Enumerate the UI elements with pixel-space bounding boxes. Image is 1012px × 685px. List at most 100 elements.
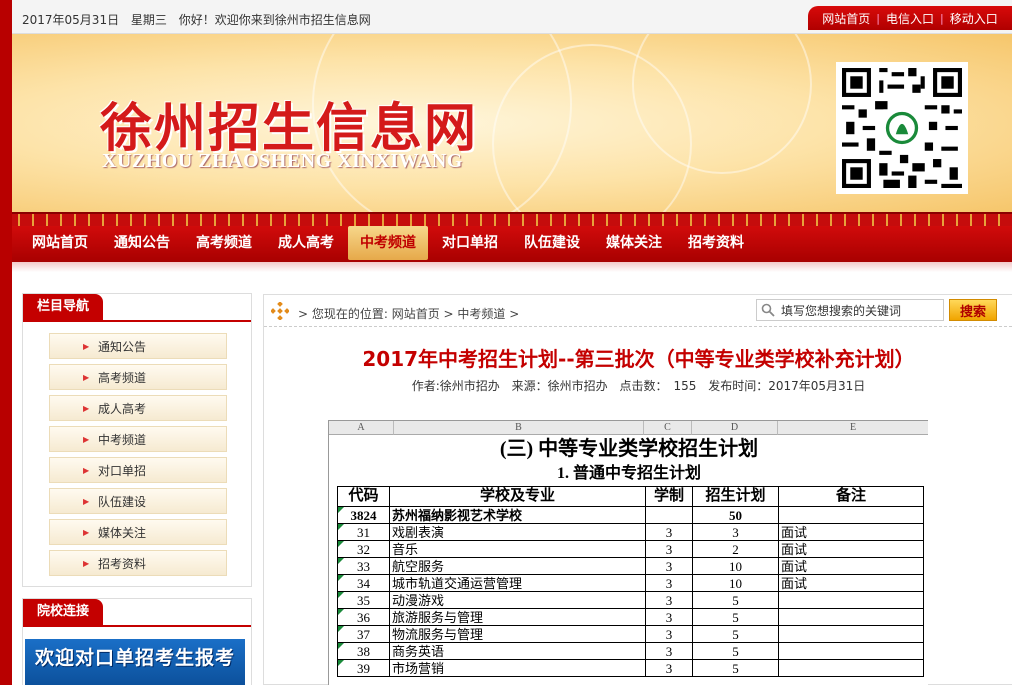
school-banner[interactable]: 欢迎对口单招考生报考	[25, 639, 245, 685]
sidebar-nav-title: 栏目导航	[23, 294, 104, 320]
nav-item-home[interactable]: 网站首页	[20, 226, 100, 260]
bullet-icon: ▶	[83, 527, 90, 537]
sidebar-item-team[interactable]: ▶ 队伍建设	[49, 488, 227, 514]
sidebar-item-zhongkao[interactable]: ▶ 中考频道	[49, 426, 227, 452]
article-author: 作者:徐州市招办	[411, 379, 500, 393]
row-major: 音乐	[389, 540, 646, 558]
nav-item-team[interactable]: 队伍建设	[512, 226, 592, 260]
qr-code-icon	[842, 68, 962, 188]
nav-item-notices[interactable]: 通知公告	[102, 226, 182, 260]
row-note: 面试	[778, 523, 924, 541]
current-date: 2017年05月31日	[22, 13, 120, 27]
sheet-column-letter: A	[329, 421, 394, 435]
nav-item-media[interactable]: 媒体关注	[594, 226, 674, 260]
row-code: 36	[337, 608, 390, 626]
row-years: 3	[645, 540, 693, 558]
nav-shadow	[12, 262, 1012, 272]
row-years: 3	[645, 659, 693, 677]
sidebar-item-label: 媒体关注	[98, 525, 147, 540]
table-row: 35 动漫游戏 3 5	[337, 591, 924, 609]
sidebar-item-label: 成人高考	[98, 401, 147, 416]
sheet-column-letter: B	[394, 421, 644, 435]
row-note	[778, 659, 924, 677]
table-row: 36 旅游服务与管理 3 5	[337, 608, 924, 626]
row-years: 3	[645, 523, 693, 541]
table-row: 33 航空服务 3 10 面试	[337, 557, 924, 575]
top-links: 网站首页 | 电信入口 | 移动入口	[808, 6, 1012, 30]
weekday: 星期三	[130, 13, 167, 27]
row-major: 戏剧表演	[389, 523, 646, 541]
row-code: 38	[337, 642, 390, 660]
table-row: 39 市场营销 3 5	[337, 659, 924, 677]
school-plan: 50	[692, 506, 779, 524]
welcome-text: 你好！欢迎你来到徐州市招生信息网	[178, 13, 371, 27]
article-title: 2017年中考招生计划--第三批次（中等专业类学校补充计划）	[362, 347, 915, 371]
school-row: 3824 苏州福纳影视艺术学校 50	[337, 506, 924, 524]
enrollment-plan-sheet-image: A B C D E (三) 中等专业类学校招生计划 1. 普通中专招生计划 代码…	[328, 420, 928, 685]
sidebar-item-gaokao[interactable]: ▶ 高考频道	[49, 364, 227, 390]
site-header: 徐州招生信息网 XUZHOU ZHAOSHENG XINXIWANG	[12, 34, 1012, 212]
bullet-icon: ▶	[83, 558, 90, 568]
sidebar-item-adult-exam[interactable]: ▶ 成人高考	[49, 395, 227, 421]
sidebar-links-title: 院校连接	[23, 599, 104, 625]
nav-item-zhongkao[interactable]: 中考频道	[348, 226, 428, 260]
enrollment-table: 代码 学校及专业 学制 招生计划 备注 3824 苏州福纳影视艺术学校 50 3…	[337, 486, 924, 677]
table-row: 31 戏剧表演 3 3 面试	[337, 523, 924, 541]
nav-item-adult-exam[interactable]: 成人高考	[266, 226, 346, 260]
search-button[interactable]: 搜索	[949, 299, 997, 321]
table-row: 37 物流服务与管理 3 5	[337, 625, 924, 643]
bullet-icon: ▶	[83, 403, 90, 413]
main-nav: 网站首页 通知公告 高考频道 成人高考 中考频道 对口单招 队伍建设 媒体关注 …	[12, 226, 1012, 262]
row-years: 3	[645, 625, 693, 643]
sidebar-item-notices[interactable]: ▶ 通知公告	[49, 333, 227, 359]
row-years: 3	[645, 557, 693, 575]
row-note: 面试	[778, 557, 924, 575]
sheet-subtitle: 1. 普通中专招生计划	[556, 465, 701, 482]
header-note: 备注	[778, 486, 924, 507]
sidebar-item-label: 对口单招	[98, 463, 147, 478]
table-row: 38 商务英语 3 5	[337, 642, 924, 660]
row-note	[778, 625, 924, 643]
sidebar-item-materials[interactable]: ▶ 招考资料	[49, 550, 227, 576]
left-stripe	[0, 0, 12, 685]
article-source: 来源：徐州市招办	[511, 379, 608, 393]
top-link-telecom[interactable]: 电信入口	[880, 10, 940, 27]
sidebar-item-label: 队伍建设	[98, 494, 147, 509]
sidebar-links-box: 院校连接 欢迎对口单招考生报考	[22, 598, 252, 685]
row-code: 31	[337, 523, 390, 541]
row-major: 航空服务	[389, 557, 646, 575]
nav-item-vocational[interactable]: 对口单招	[430, 226, 510, 260]
article-published: 发布时间：2017年05月31日	[708, 379, 866, 393]
sidebar-item-media[interactable]: ▶ 媒体关注	[49, 519, 227, 545]
school-name: 苏州福纳影视艺术学校	[389, 506, 646, 524]
row-plan: 3	[692, 523, 779, 541]
nav-item-materials[interactable]: 招考资料	[676, 226, 756, 260]
nav-item-gaokao[interactable]: 高考频道	[184, 226, 264, 260]
clicks-count: 155	[673, 379, 697, 393]
row-note: 面试	[778, 540, 924, 558]
sidebar-nav-list: ▶ 通知公告 ▶ 高考频道 ▶ 成人高考 ▶ 中考频道 ▶ 对口单招 ▶ 队伍建设 ▶ 媒体关…	[23, 322, 251, 587]
clicks-label: 点击数：	[619, 379, 668, 393]
sidebar-item-label: 招考资料	[98, 556, 147, 571]
header-school-major: 学校及专业	[389, 486, 646, 507]
row-plan: 5	[692, 591, 779, 609]
row-major: 城市轨道交通运营管理	[389, 574, 646, 592]
row-major: 动漫游戏	[389, 591, 646, 609]
row-code: 33	[337, 557, 390, 575]
bullet-icon: ▶	[83, 465, 90, 475]
row-major: 旅游服务与管理	[389, 608, 646, 626]
top-link-mobile[interactable]: 移动入口	[944, 10, 1004, 27]
row-plan: 10	[692, 557, 779, 575]
row-years: 3	[645, 642, 693, 660]
search-input[interactable]	[756, 299, 944, 321]
table-row: 32 音乐 3 2 面试	[337, 540, 924, 558]
sheet-column-letter: C	[644, 421, 692, 435]
sidebar-nav-box: 栏目导航 ▶ 通知公告 ▶ 高考频道 ▶ 成人高考 ▶ 中考频道 ▶ 对口单招 ▶ 队伍建设…	[22, 293, 252, 587]
row-plan: 5	[692, 642, 779, 660]
row-major: 市场营销	[389, 659, 646, 677]
top-link-home[interactable]: 网站首页	[816, 10, 876, 27]
table-cell	[645, 506, 693, 524]
row-plan: 10	[692, 574, 779, 592]
row-code: 39	[337, 659, 390, 677]
sidebar-item-vocational[interactable]: ▶ 对口单招	[49, 457, 227, 483]
